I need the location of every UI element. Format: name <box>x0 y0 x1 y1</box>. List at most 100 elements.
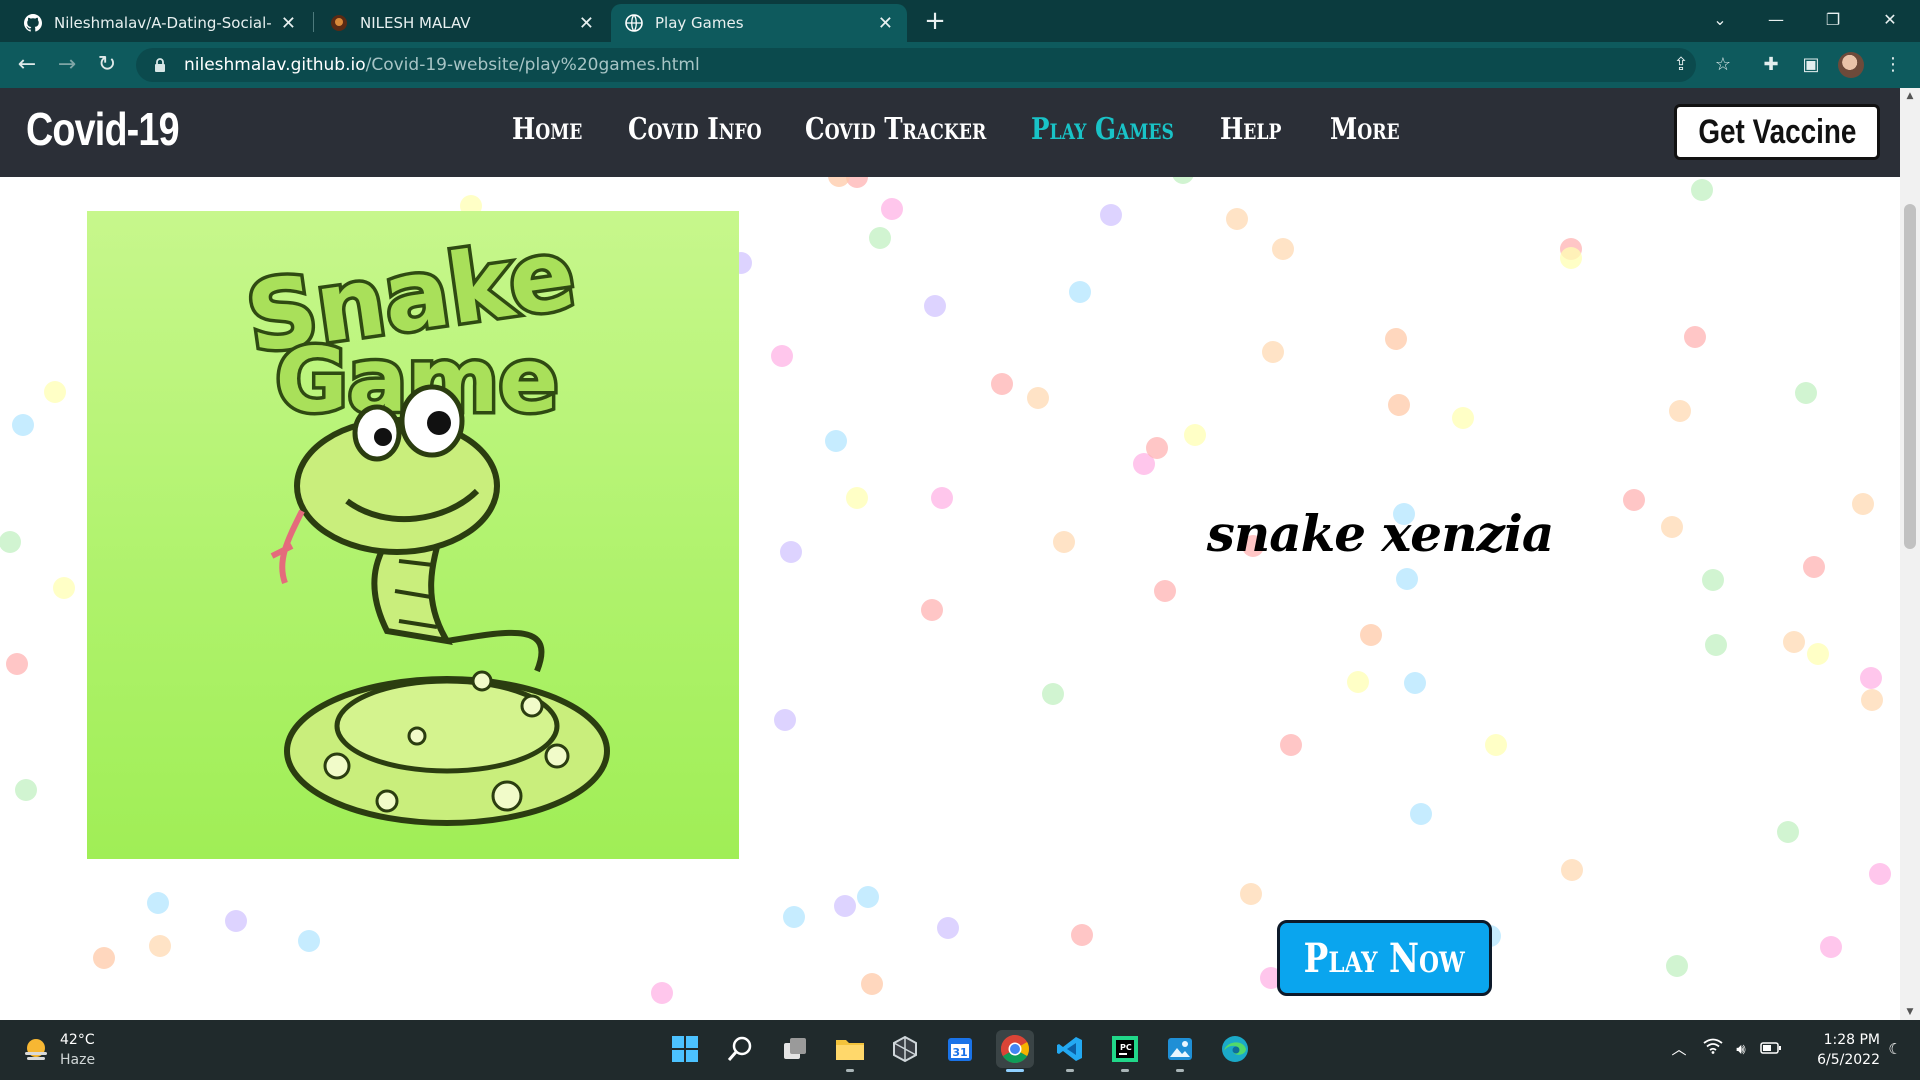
confetti-dot <box>825 430 847 452</box>
confetti-dot <box>1661 516 1683 538</box>
system-clock[interactable]: 1:28 PM 6/5/2022 <box>1798 1030 1880 1070</box>
nav-play-games[interactable]: Play Games <box>1031 112 1174 147</box>
side-panel-icon[interactable]: ▣ <box>1798 52 1824 78</box>
share-icon[interactable]: ⇪ <box>1668 52 1694 78</box>
search-icon[interactable] <box>721 1030 759 1068</box>
close-icon[interactable]: ✕ <box>579 13 594 34</box>
confetti-dot <box>1042 683 1064 705</box>
lock-icon <box>155 58 165 72</box>
confetti-dot <box>1702 569 1724 591</box>
tab-title: Nileshmalav/A-Dating-Social-Me <box>54 14 273 32</box>
globe-icon <box>625 14 643 32</box>
confetti-dot <box>147 892 169 914</box>
photos-icon[interactable] <box>1161 1030 1199 1072</box>
app-cube-icon[interactable] <box>886 1030 924 1068</box>
game-title: snake xenzia <box>1206 504 1555 563</box>
confetti-dot <box>1820 936 1842 958</box>
confetti-dot <box>857 886 879 908</box>
confetti-dot <box>1777 821 1799 843</box>
confetti-dot <box>1240 883 1262 905</box>
confetti-dot <box>1852 493 1874 515</box>
nav-help[interactable]: Help <box>1220 112 1281 147</box>
svg-text:PC: PC <box>1120 1043 1132 1052</box>
running-indicator <box>846 1069 854 1072</box>
confetti-dot <box>1385 328 1407 350</box>
scrollbar-thumb[interactable] <box>1904 204 1916 549</box>
browser-tab-strip: Nileshmalav/A-Dating-Social-Me ✕ NILESH … <box>0 0 1920 42</box>
nav-covid-info[interactable]: Covid Info <box>628 112 762 147</box>
confetti-dot <box>298 930 320 952</box>
confetti-dot <box>1666 955 1688 977</box>
back-arrow-icon[interactable]: ← <box>12 50 42 80</box>
restore-button[interactable]: ❐ <box>1805 0 1861 40</box>
reload-icon[interactable]: ↻ <box>92 50 122 80</box>
confetti-dot <box>1485 734 1507 756</box>
confetti-dot <box>780 541 802 563</box>
close-icon[interactable]: ✕ <box>878 13 893 34</box>
scroll-down-arrow-icon[interactable]: ▼ <box>1900 1004 1920 1020</box>
tray-overflow-chevron-icon[interactable]: ︿ <box>1668 1038 1690 1060</box>
confetti-dot <box>1869 863 1891 885</box>
get-vaccine-button[interactable]: Get Vaccine <box>1674 104 1880 160</box>
url-path: /Covid-19-website/play%20games.html <box>365 55 700 75</box>
confetti-dot <box>869 227 891 249</box>
wifi-icon[interactable] <box>1702 1038 1724 1060</box>
tab-play-games[interactable]: Play Games ✕ <box>611 4 907 42</box>
task-view-icon[interactable] <box>776 1030 814 1068</box>
profile-avatar[interactable] <box>1838 52 1864 78</box>
confetti-dot <box>1691 179 1713 201</box>
confetti-dot <box>1404 672 1426 694</box>
vscode-icon[interactable] <box>1051 1030 1089 1072</box>
tab-nilesh-malav[interactable]: NILESH MALAV ✕ <box>316 4 608 42</box>
confetti-dot <box>931 487 953 509</box>
nav-home[interactable]: Home <box>512 112 582 147</box>
battery-icon[interactable] <box>1760 1038 1782 1060</box>
pycharm-icon[interactable]: PC <box>1106 1030 1144 1072</box>
confetti-dot <box>1561 859 1583 881</box>
close-icon[interactable]: ✕ <box>281 13 296 34</box>
confetti-dot <box>225 910 247 932</box>
address-bar[interactable]: nileshmalav.github.io/Covid-19-website/p… <box>136 48 1696 82</box>
edge-icon[interactable] <box>1216 1030 1254 1068</box>
confetti-dot <box>924 295 946 317</box>
tab-title: Play Games <box>655 14 744 32</box>
play-now-button[interactable]: Play Now <box>1277 920 1492 996</box>
calendar-icon[interactable]: 31 <box>941 1030 979 1068</box>
confetti-dot <box>937 917 959 939</box>
running-indicator <box>1176 1069 1184 1072</box>
window-close-button[interactable]: ✕ <box>1862 0 1918 40</box>
confetti-dot <box>834 895 856 917</box>
confetti-dot <box>881 198 903 220</box>
volume-icon[interactable]: 🔊︎ <box>1730 1038 1752 1060</box>
confetti-dot <box>1795 382 1817 404</box>
confetti-dot <box>1272 238 1294 260</box>
notification-moon-icon[interactable]: ☾ <box>1884 1038 1906 1060</box>
extensions-puzzle-icon[interactable]: ✚ <box>1758 52 1784 78</box>
nav-more[interactable]: More <box>1330 112 1400 147</box>
windows-start-icon[interactable] <box>666 1030 704 1068</box>
snake-game-image[interactable]: Snake Game <box>87 211 739 859</box>
bookmark-star-icon[interactable]: ☆ <box>1710 52 1736 78</box>
scroll-up-arrow-icon[interactable]: ▲ <box>1900 88 1920 104</box>
menu-kebab-icon[interactable]: ⋮ <box>1880 52 1906 78</box>
tab-search-chevron-icon[interactable]: ⌄ <box>1692 0 1748 40</box>
tab-github[interactable]: Nileshmalav/A-Dating-Social-Me ✕ <box>10 4 310 42</box>
confetti-dot <box>1803 556 1825 578</box>
confetti-dot <box>1100 204 1122 226</box>
file-explorer-icon[interactable] <box>831 1030 869 1072</box>
github-icon <box>24 14 42 32</box>
page-scrollbar[interactable]: ▲ ▼ <box>1900 88 1920 1020</box>
confetti-dot <box>1280 734 1302 756</box>
forward-arrow-icon[interactable]: → <box>52 50 82 80</box>
site-logo[interactable]: Covid-19 <box>26 102 180 156</box>
confetti-dot <box>1071 924 1093 946</box>
nav-covid-tracker[interactable]: Covid Tracker <box>805 112 986 147</box>
minimize-button[interactable]: — <box>1748 0 1804 40</box>
chrome-icon[interactable] <box>996 1030 1034 1072</box>
confetti-dot <box>1684 326 1706 348</box>
weather-widget[interactable]: 42°C Haze <box>22 1030 95 1070</box>
get-vaccine-label: Get Vaccine <box>1697 112 1857 151</box>
confetti-dot <box>1807 643 1829 665</box>
new-tab-button[interactable]: + <box>920 6 950 36</box>
confetti-dot <box>1146 437 1168 459</box>
